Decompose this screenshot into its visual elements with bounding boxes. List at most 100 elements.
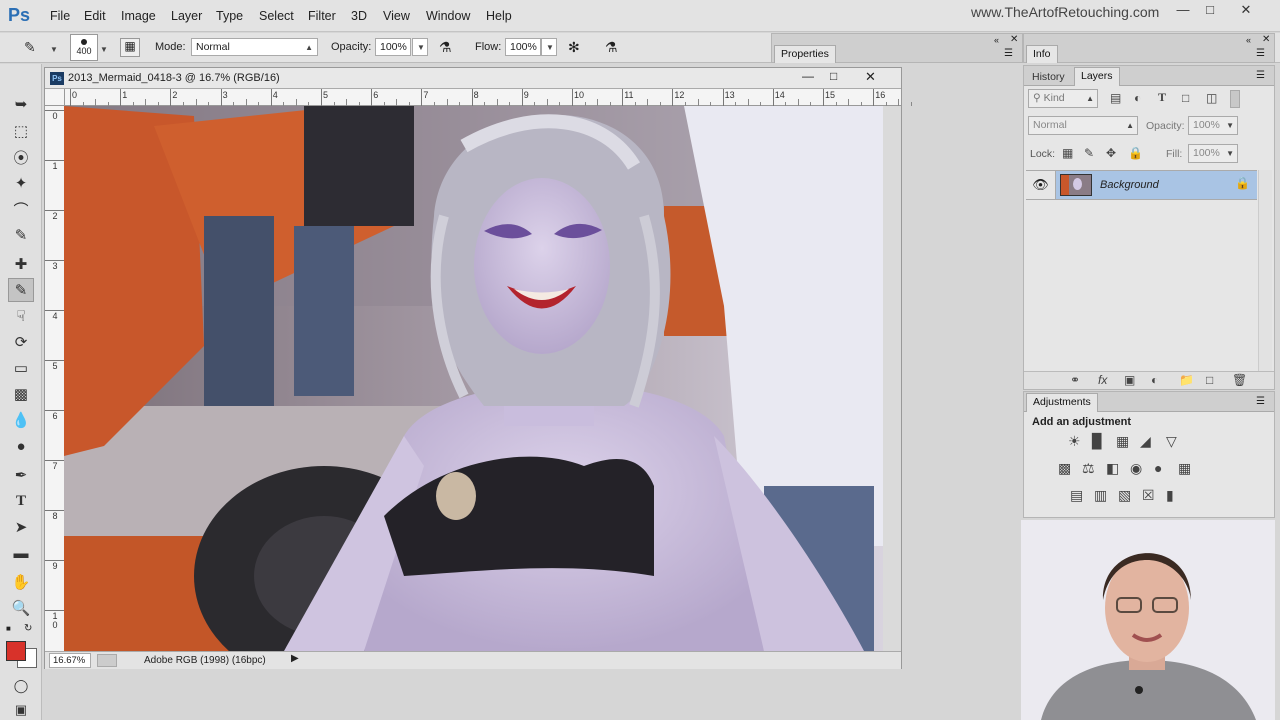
- color-balance-icon[interactable]: ⚖: [1082, 460, 1095, 477]
- menu-view[interactable]: View: [383, 9, 410, 23]
- info-menu-icon[interactable]: ☰: [1256, 48, 1265, 59]
- opacity-input[interactable]: 100%: [375, 38, 411, 56]
- lasso-tool-icon[interactable]: ⦿: [8, 145, 34, 169]
- close-info-icon[interactable]: ✕: [1262, 34, 1270, 45]
- brush-tool-icon[interactable]: ✎: [8, 278, 34, 302]
- pressure-size-icon[interactable]: ⚗: [605, 39, 618, 56]
- document-title-bar[interactable]: Ps 2013_Mermaid_0418-3 @ 16.7% (RGB/16) …: [45, 68, 901, 89]
- selective-color-icon[interactable]: ☒: [1142, 487, 1155, 504]
- hand-tool-icon[interactable]: ✋: [8, 570, 34, 594]
- smart-object-filter-icon[interactable]: ◫: [1206, 91, 1217, 105]
- marquee-tool-icon[interactable]: ⬚: [8, 119, 34, 143]
- vertical-ruler[interactable]: 0 1 2 3 4 5 6 7 8 9 10: [45, 106, 65, 651]
- quick-mask-icon[interactable]: ◯: [8, 674, 34, 698]
- pressure-opacity-icon[interactable]: ⚗: [439, 39, 452, 56]
- brush-panel-toggle-icon[interactable]: ▦: [120, 38, 140, 57]
- new-adjustment-icon[interactable]: ◐: [1151, 373, 1158, 387]
- filter-toggle-switch[interactable]: [1230, 90, 1240, 108]
- move-tool-icon[interactable]: ➥: [8, 92, 34, 116]
- menu-edit[interactable]: Edit: [84, 9, 106, 23]
- clone-stamp-tool-icon[interactable]: ☟: [8, 304, 34, 328]
- layer-filter-kind-select[interactable]: ⚲ Kind ▲: [1028, 89, 1098, 108]
- layer-name[interactable]: Background: [1100, 179, 1159, 191]
- fill-input[interactable]: 100% ▼: [1188, 144, 1238, 163]
- posterize-icon[interactable]: ▥: [1094, 487, 1107, 504]
- doc-close-button[interactable]: ✕: [865, 69, 876, 85]
- collapse-panel-icon[interactable]: «: [994, 35, 999, 45]
- doc-minimize-button[interactable]: —: [802, 69, 814, 83]
- menu-image[interactable]: Image: [121, 9, 156, 23]
- layers-menu-icon[interactable]: ☰: [1256, 70, 1265, 81]
- type-filter-icon[interactable]: T: [1158, 90, 1166, 105]
- photo-filter-icon[interactable]: ◉: [1130, 460, 1142, 477]
- color-lookup-icon[interactable]: ▦: [1178, 460, 1191, 477]
- menu-help[interactable]: Help: [486, 9, 512, 23]
- eraser-tool-icon[interactable]: ▭: [8, 356, 34, 380]
- brush-picker-arrow-icon[interactable]: ▼: [100, 43, 108, 55]
- eyedropper-tool-icon[interactable]: ✎: [8, 223, 34, 247]
- screen-mode-icon[interactable]: ▣: [8, 698, 34, 720]
- invert-icon[interactable]: ▤: [1070, 487, 1083, 504]
- minimize-app-button[interactable]: —: [1169, 2, 1197, 20]
- curves-icon[interactable]: ▦: [1116, 433, 1129, 450]
- menu-window[interactable]: Window: [426, 9, 470, 23]
- gradient-map-icon[interactable]: ▮: [1166, 487, 1174, 504]
- tab-layers[interactable]: Layers: [1074, 67, 1120, 86]
- panel-menu-icon[interactable]: ☰: [1004, 48, 1013, 59]
- tab-info[interactable]: Info: [1026, 45, 1058, 63]
- tab-history[interactable]: History: [1026, 69, 1071, 85]
- swap-colors-icon[interactable]: ↻: [24, 623, 32, 634]
- airbrush-icon[interactable]: ✻: [568, 39, 580, 56]
- dodge-tool-icon[interactable]: ●: [8, 434, 34, 458]
- zoom-tool-icon[interactable]: 🔍: [8, 596, 34, 620]
- quick-select-tool-icon[interactable]: ✦: [8, 171, 34, 195]
- maximize-app-button[interactable]: □: [1196, 2, 1224, 20]
- pen-tool-icon[interactable]: ✒: [8, 463, 34, 487]
- new-layer-icon[interactable]: □: [1206, 373, 1213, 387]
- foreground-color-swatch[interactable]: [6, 641, 26, 661]
- layer-opacity-input[interactable]: 100% ▼: [1188, 116, 1238, 135]
- zoom-level-input[interactable]: 16.67%: [49, 653, 91, 668]
- path-select-tool-icon[interactable]: ➤: [8, 515, 34, 539]
- fx-icon[interactable]: fx: [1098, 373, 1107, 387]
- exposure-icon[interactable]: ◢: [1140, 433, 1151, 450]
- trash-icon[interactable]: 🗑: [1232, 373, 1247, 387]
- flow-dropdown[interactable]: ▼: [541, 38, 557, 56]
- tab-properties[interactable]: Properties: [774, 45, 836, 63]
- levels-icon[interactable]: ▉: [1092, 433, 1103, 450]
- menu-layer[interactable]: Layer: [171, 9, 202, 23]
- healing-brush-tool-icon[interactable]: ✚: [8, 252, 34, 276]
- channel-mixer-icon[interactable]: ●: [1154, 460, 1162, 476]
- eye-visibility-icon[interactable]: 👁: [1026, 171, 1056, 199]
- mode-select[interactable]: Normal ▲: [191, 38, 318, 56]
- menu-filter[interactable]: Filter: [308, 9, 336, 23]
- close-app-button[interactable]: ✕: [1232, 2, 1260, 20]
- new-group-icon[interactable]: 📁: [1179, 373, 1194, 387]
- rectangle-tool-icon[interactable]: ▬: [8, 541, 34, 565]
- doc-maximize-button[interactable]: □: [830, 69, 837, 83]
- tab-adjustments[interactable]: Adjustments: [1026, 393, 1098, 412]
- layer-row-background[interactable]: 👁 Background 🔒: [1026, 170, 1257, 200]
- shape-filter-icon[interactable]: □: [1182, 91, 1189, 105]
- type-tool-icon[interactable]: T: [8, 489, 34, 513]
- horizontal-ruler[interactable]: 0 1 2 3 4 5 6 7 8 9 10 11 12 13 14 15 16: [65, 89, 912, 106]
- blur-tool-icon[interactable]: 💧: [8, 408, 34, 432]
- default-colors-icon[interactable]: ■: [6, 624, 11, 633]
- lock-all-icon[interactable]: 🔒: [1128, 146, 1143, 160]
- menu-3d[interactable]: 3D: [351, 9, 367, 23]
- lock-transparent-icon[interactable]: ▦: [1062, 146, 1073, 160]
- menu-file[interactable]: File: [50, 9, 70, 23]
- brush-tool-icon[interactable]: ✎: [24, 39, 36, 56]
- vibrance-icon[interactable]: ▽: [1166, 433, 1177, 450]
- flow-input[interactable]: 100%: [505, 38, 541, 56]
- blend-mode-select[interactable]: Normal ▲: [1028, 116, 1138, 135]
- menu-select[interactable]: Select: [259, 9, 294, 23]
- lock-pixels-icon[interactable]: ✎: [1084, 146, 1094, 160]
- tool-preset-arrow-icon[interactable]: ▼: [50, 43, 58, 55]
- add-mask-icon[interactable]: ▣: [1124, 373, 1135, 387]
- history-brush-tool-icon[interactable]: ⟳: [8, 330, 34, 354]
- close-panel-icon[interactable]: ✕: [1010, 34, 1018, 45]
- adjustment-filter-icon[interactable]: ◐: [1134, 91, 1141, 105]
- brightness-contrast-icon[interactable]: ☀: [1068, 433, 1081, 450]
- status-preview-icon[interactable]: [97, 654, 117, 667]
